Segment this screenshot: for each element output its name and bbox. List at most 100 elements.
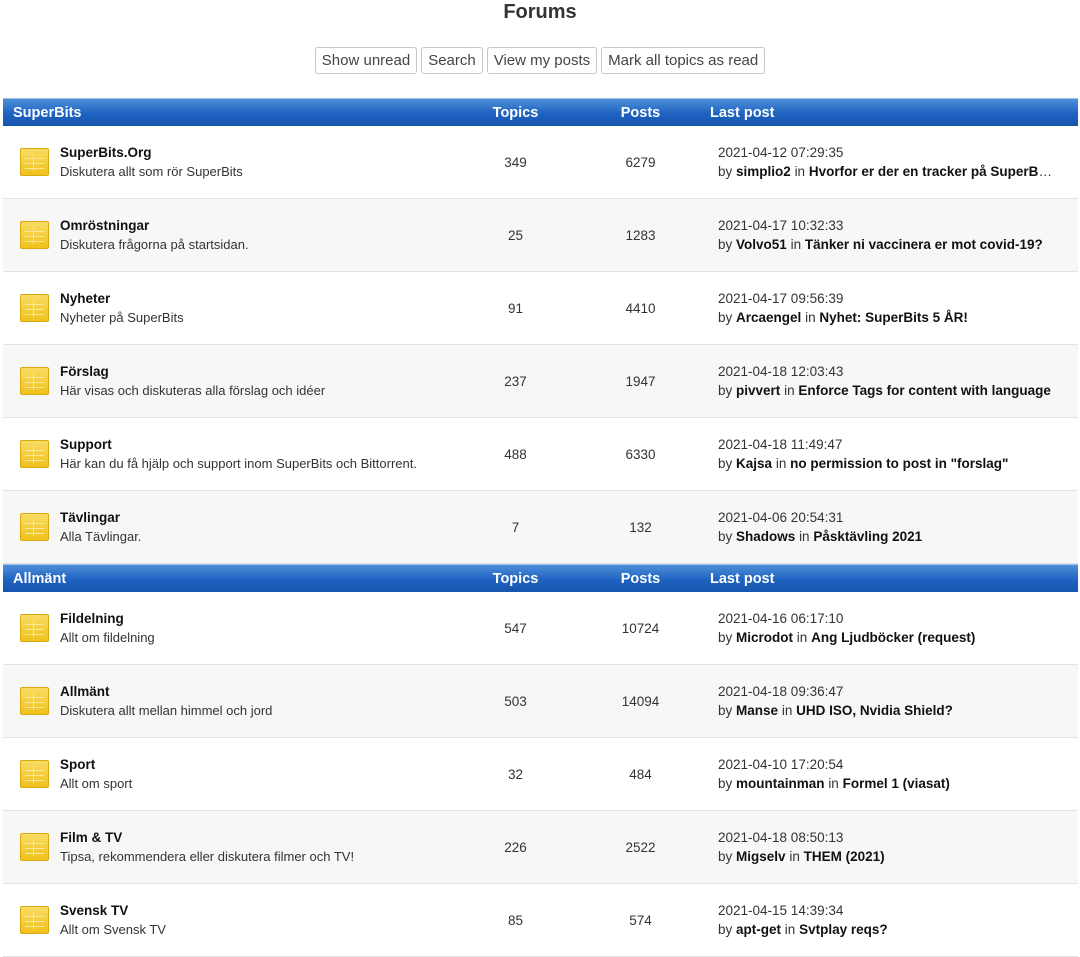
forum-name-cell: SuperBits.Org Diskutera allt som rör Supe… <box>3 143 458 181</box>
forum-title-link[interactable]: Fildelning <box>60 609 155 628</box>
topic-count: 237 <box>504 373 527 389</box>
last-post-byline: by Shadows in Påsktävling 2021 <box>718 527 1053 546</box>
forum-name-cell: Fildelning Allt om fildelning <box>3 609 458 647</box>
topics-column-header: Topics <box>492 104 539 121</box>
last-post-date: 2021-04-10 17:20:54 <box>718 757 844 772</box>
forum-description: Diskutera frågorna på startsidan. <box>60 237 249 252</box>
topic-count: 7 <box>511 519 520 535</box>
view-my-posts-button[interactable]: View my posts <box>486 47 598 74</box>
last-post-cell: 2021-04-18 12:03:43 by pivvert in Enforce… <box>708 362 1078 400</box>
last-post-topic-link[interactable]: Nyhet: SuperBits 5 ÅR! <box>819 310 968 325</box>
forum-row: SuperBits.Org Diskutera allt som rör Supe… <box>3 126 1078 199</box>
last-post-date: 2021-04-18 11:49:47 <box>718 437 843 452</box>
post-count: 132 <box>629 519 652 535</box>
last-post-topic-link[interactable]: no permission to post in "forslag" <box>790 456 1008 471</box>
last-post-topic-link[interactable]: UHD ISO, Nvidia Shield? <box>796 703 953 718</box>
by-label: by <box>718 529 733 544</box>
forum-row: Support Här kan du få hjälp och support i… <box>3 418 1078 491</box>
forum-name-cell: Film & TV Tipsa, rekommendera eller disku… <box>3 828 458 866</box>
last-post-user-link[interactable]: pivvert <box>736 383 780 398</box>
forum-list: SuperBits Topics Posts Last post SuperBits.O… <box>3 98 1078 957</box>
last-post-date: 2021-04-17 10:32:33 <box>718 218 844 233</box>
last-post-topic-link[interactable]: Formel 1 (viasat) <box>843 776 950 791</box>
last-post-date: 2021-04-12 07:29:35 <box>718 145 844 160</box>
last-post-user-link[interactable]: Arcaengel <box>736 310 801 325</box>
forum-title-link[interactable]: Sport <box>60 755 132 774</box>
last-post-byline: by Migselv in THEM (2021) <box>718 847 1053 866</box>
last-post-topic-link[interactable]: Påsktävling 2021 <box>813 529 922 544</box>
last-post-topic-link[interactable]: Svtplay reqs? <box>799 922 888 937</box>
forum-row: Fildelning Allt om fildelning 547 10724 2021… <box>3 592 1078 665</box>
forum-toolbar: Show unread Search View my posts Mark al… <box>0 47 1080 74</box>
forum-name-cell: Omröstningar Diskutera frågorna på starts… <box>3 216 458 254</box>
forum-row: Allmänt Diskutera allt mellan himmel och … <box>3 665 1078 738</box>
last-post-topic-link[interactable]: Enforce Tags for content with language <box>798 383 1051 398</box>
in-label: in <box>781 703 793 718</box>
in-label: in <box>789 849 800 864</box>
last-post-user-link[interactable]: Shadows <box>736 529 795 544</box>
last-post-byline: by simplio2 in Hvorfor er der en tracker… <box>718 162 1053 181</box>
by-label: by <box>718 237 733 252</box>
topic-count: 25 <box>507 227 524 243</box>
forum-title-link[interactable]: Film & TV <box>60 828 354 847</box>
forum-title-link[interactable]: Allmänt <box>60 682 272 701</box>
section-name[interactable]: SuperBits <box>3 105 458 121</box>
last-post-user-link[interactable]: Migselv <box>736 849 786 864</box>
last-post-topic-link[interactable]: Tänker ni vaccinera er mot covid-19? <box>805 237 1043 252</box>
forum-name-cell: Sport Allt om sport <box>3 755 458 793</box>
last-post-user-link[interactable]: Microdot <box>736 630 793 645</box>
section-header: SuperBits Topics Posts Last post <box>3 98 1078 126</box>
section-name[interactable]: Allmänt <box>3 571 458 587</box>
last-post-user-link[interactable]: Manse <box>736 703 778 718</box>
in-label: in <box>784 383 795 398</box>
last-post-byline: by pivvert in Enforce Tags for content w… <box>718 381 1053 400</box>
last-post-cell: 2021-04-17 09:56:39 by Arcaengel in Nyhet… <box>708 289 1078 327</box>
posts-column-header: Posts <box>620 570 661 587</box>
in-label: in <box>796 630 808 645</box>
forum-title-link[interactable]: Tävlingar <box>60 508 141 527</box>
last-post-user-link[interactable]: simplio2 <box>736 164 791 179</box>
last-post-user-link[interactable]: Volvo51 <box>736 237 787 252</box>
last-post-cell: 2021-04-18 09:36:47 by Manse in UHD ISO, … <box>708 682 1078 720</box>
search-button[interactable]: Search <box>421 47 483 74</box>
forum-description: Alla Tävlingar. <box>60 529 142 544</box>
last-post-user-link[interactable]: apt-get <box>736 922 781 937</box>
last-post-byline: by apt-get in Svtplay reqs? <box>718 920 1053 939</box>
post-count: 10724 <box>621 620 660 636</box>
forum-folder-icon <box>20 148 49 176</box>
by-label: by <box>718 164 733 179</box>
forum-description: Här kan du få hjälp och support inom Sup… <box>60 456 417 471</box>
forum-title-link[interactable]: Förslag <box>60 362 325 381</box>
forum-title-link[interactable]: Svensk TV <box>60 901 166 920</box>
forum-folder-icon <box>20 294 49 322</box>
last-post-byline: by Manse in UHD ISO, Nvidia Shield? <box>718 701 1053 720</box>
last-post-date: 2021-04-17 09:56:39 <box>718 291 844 306</box>
topic-count: 349 <box>504 154 527 170</box>
forum-title-link[interactable]: Omröstningar <box>60 216 249 235</box>
post-count: 1947 <box>625 373 656 389</box>
post-count: 6279 <box>625 154 656 170</box>
forum-title-link[interactable]: Nyheter <box>60 289 184 308</box>
last-post-topic-link[interactable]: Ang Ljudböcker (request) <box>811 630 975 645</box>
mark-all-read-button[interactable]: Mark all topics as read <box>601 47 766 74</box>
post-count: 484 <box>629 766 652 782</box>
last-post-column-header: Last post <box>710 570 775 587</box>
last-post-date: 2021-04-16 06:17:10 <box>718 611 844 626</box>
forum-title-link[interactable]: Support <box>60 435 417 454</box>
last-post-user-link[interactable]: mountainman <box>736 776 825 791</box>
forum-folder-icon <box>20 513 49 541</box>
last-post-topic-link[interactable]: THEM (2021) <box>804 849 885 864</box>
last-post-byline: by Kajsa in no permission to post in "fo… <box>718 454 1053 473</box>
last-post-topic-link[interactable]: Hvorfor er der en tracker på SuperBits? <box>809 164 1053 179</box>
show-unread-button[interactable]: Show unread <box>314 47 418 74</box>
forum-folder-icon <box>20 367 49 395</box>
forum-folder-icon <box>20 906 49 934</box>
forum-name-cell: Support Här kan du få hjälp och support i… <box>3 435 458 473</box>
last-post-column-header: Last post <box>710 104 775 121</box>
last-post-cell: 2021-04-10 17:20:54 by mountainman in For… <box>708 755 1078 793</box>
last-post-byline: by mountainman in Formel 1 (viasat) <box>718 774 1053 793</box>
last-post-user-link[interactable]: Kajsa <box>736 456 772 471</box>
forum-title-link[interactable]: SuperBits.Org <box>60 143 243 162</box>
last-post-date: 2021-04-06 20:54:31 <box>718 510 844 525</box>
in-label: in <box>790 237 802 252</box>
